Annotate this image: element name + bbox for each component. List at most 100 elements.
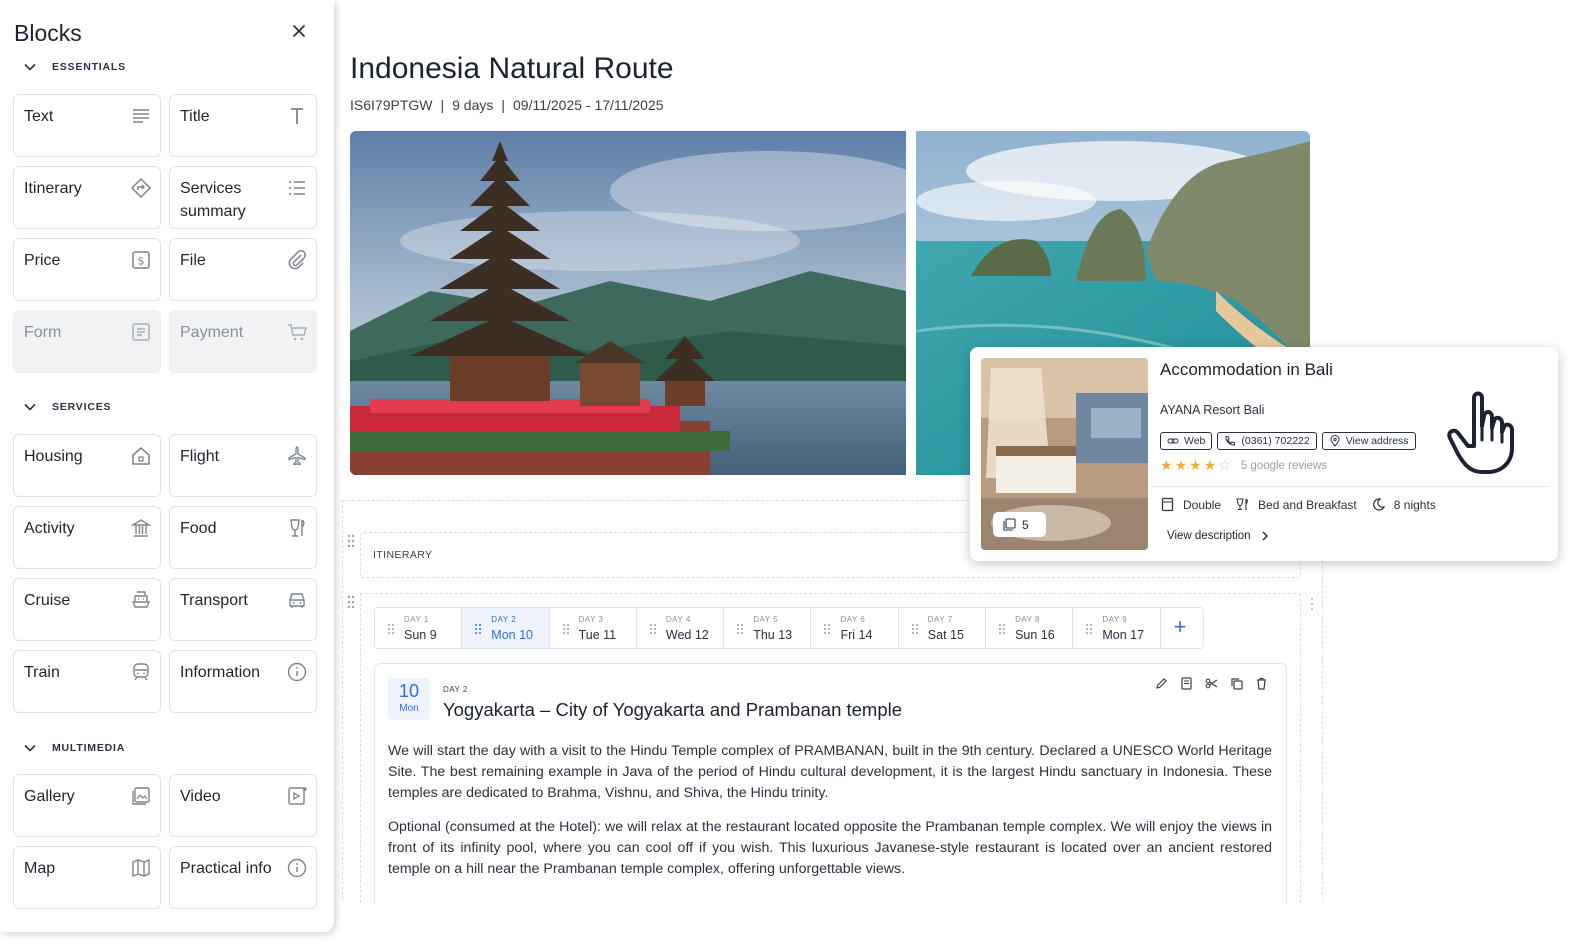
section-label: MULTIMEDIA bbox=[52, 742, 126, 754]
room-type: Double bbox=[1160, 497, 1221, 512]
grip-icon[interactable] bbox=[998, 623, 1006, 635]
meta-separator: | bbox=[440, 97, 445, 113]
block-text[interactable]: Text bbox=[13, 94, 161, 157]
day-date-number: 10 bbox=[398, 681, 420, 701]
itinerary-label: ITINERARY bbox=[373, 549, 433, 561]
block-food[interactable]: Food bbox=[169, 506, 317, 569]
block-activity[interactable]: Activity bbox=[13, 506, 161, 569]
day-tab-number: DAY 5 bbox=[753, 615, 779, 624]
day-tab[interactable]: DAY 5 Thu 13 bbox=[724, 608, 812, 648]
block-label: File bbox=[180, 252, 206, 269]
block-label: Text bbox=[24, 108, 54, 125]
day-tab-date: Fri 14 bbox=[840, 628, 873, 642]
cover-image-temple[interactable] bbox=[350, 131, 906, 475]
panel-title: Blocks bbox=[14, 20, 82, 46]
grip-icon[interactable] bbox=[562, 623, 570, 635]
more-vertical-icon[interactable] bbox=[1309, 597, 1315, 611]
hotel-name: AYANA Resort Bali bbox=[1160, 403, 1265, 417]
day-tab[interactable]: DAY 7 Sat 15 bbox=[899, 608, 987, 648]
block-price[interactable]: Price $ bbox=[13, 238, 161, 301]
web-link[interactable]: Web bbox=[1160, 432, 1213, 450]
add-day-button[interactable]: + bbox=[1161, 608, 1203, 648]
day-tab-date: Sun 9 bbox=[404, 628, 437, 642]
block-label: Price bbox=[24, 252, 61, 269]
gallery-icon bbox=[132, 787, 150, 805]
block-label: Transport bbox=[180, 592, 248, 609]
day-tab-active[interactable]: DAY 2 Mon 10 bbox=[462, 608, 550, 648]
trash-icon[interactable] bbox=[1254, 676, 1269, 691]
price-dollar-icon: $ bbox=[132, 251, 150, 269]
grip-icon[interactable] bbox=[911, 623, 919, 635]
block-services-summary[interactable]: Services summary bbox=[169, 166, 317, 229]
day-tab[interactable]: DAY 9 Mon 17 bbox=[1073, 608, 1161, 648]
train-icon bbox=[133, 663, 149, 681]
day-tab[interactable]: DAY 4 Wed 12 bbox=[637, 608, 725, 648]
block-itinerary[interactable]: Itinerary bbox=[13, 166, 161, 229]
section-essentials[interactable]: ESSENTIALS bbox=[22, 59, 126, 75]
day-label: DAY 2 bbox=[443, 685, 468, 694]
view-description-link[interactable]: View description bbox=[1167, 530, 1269, 542]
day-toolbar bbox=[1154, 676, 1269, 691]
trip-duration: 9 days bbox=[452, 97, 494, 113]
room-type-label: Double bbox=[1183, 497, 1222, 512]
section-label: SERVICES bbox=[52, 401, 112, 413]
text-lines-icon bbox=[133, 109, 149, 123]
drag-handle-icon[interactable] bbox=[346, 595, 356, 609]
grip-icon[interactable] bbox=[1085, 623, 1093, 635]
block-flight[interactable]: Flight bbox=[169, 434, 317, 497]
address-link[interactable]: View address bbox=[1321, 432, 1416, 450]
grip-icon[interactable] bbox=[649, 623, 657, 635]
phone-link[interactable]: (0361) 702222 bbox=[1217, 432, 1317, 450]
block-train[interactable]: Train bbox=[13, 650, 161, 713]
day-tab[interactable]: DAY 6 Fri 14 bbox=[811, 608, 899, 648]
block-form[interactable]: Form bbox=[13, 310, 161, 373]
svg-text:$: $ bbox=[138, 255, 145, 268]
scissors-icon[interactable] bbox=[1204, 676, 1219, 691]
block-map[interactable]: Map bbox=[13, 846, 161, 909]
chevron-right-icon bbox=[1262, 531, 1268, 541]
phone-icon bbox=[1225, 436, 1236, 446]
chevron-down-icon bbox=[24, 63, 36, 71]
block-file[interactable]: File bbox=[169, 238, 317, 301]
section-services[interactable]: SERVICES bbox=[22, 399, 111, 415]
house-icon bbox=[132, 447, 150, 465]
chevron-down-icon bbox=[24, 744, 36, 752]
list-icon bbox=[289, 181, 305, 195]
info-icon bbox=[287, 858, 307, 878]
grip-icon[interactable] bbox=[823, 623, 831, 635]
block-information[interactable]: Information bbox=[169, 650, 317, 713]
day-tab[interactable]: DAY 8 Sun 16 bbox=[986, 608, 1074, 648]
accommodation-title: Accommodation in Bali bbox=[1160, 360, 1333, 379]
web-link-label: Web bbox=[1184, 435, 1206, 447]
grip-icon[interactable] bbox=[387, 623, 395, 635]
block-title[interactable]: Title bbox=[169, 94, 317, 157]
day-tab-number: DAY 6 bbox=[840, 615, 866, 624]
day-tab-number: DAY 1 bbox=[404, 615, 429, 624]
grip-icon[interactable] bbox=[474, 623, 482, 635]
day-tab[interactable]: DAY 1 Sun 9 bbox=[375, 608, 463, 648]
close-icon[interactable] bbox=[290, 22, 308, 40]
block-label: Services summary bbox=[180, 180, 246, 220]
block-housing[interactable]: Housing bbox=[13, 434, 161, 497]
save-book-icon[interactable] bbox=[1179, 676, 1194, 691]
block-video[interactable]: Video bbox=[169, 774, 317, 837]
day-tab[interactable]: DAY 3 Tue 11 bbox=[550, 608, 637, 648]
section-multimedia[interactable]: MULTIMEDIA bbox=[22, 740, 125, 756]
block-label: Itinerary bbox=[24, 180, 82, 197]
block-label: Activity bbox=[24, 520, 75, 537]
day-tab-number: DAY 3 bbox=[578, 615, 604, 624]
block-transport[interactable]: Transport bbox=[169, 578, 317, 641]
block-payment[interactable]: Payment bbox=[169, 310, 317, 373]
grip-icon[interactable] bbox=[736, 623, 744, 635]
photo-count-button[interactable]: 5 bbox=[993, 512, 1046, 537]
edit-pencil-icon[interactable] bbox=[1154, 676, 1169, 691]
drag-handle-icon[interactable] bbox=[346, 534, 356, 548]
day-tab-date: Sun 16 bbox=[1015, 628, 1055, 642]
block-practical-info[interactable]: Practical info bbox=[169, 846, 317, 909]
block-cruise[interactable]: Cruise bbox=[13, 578, 161, 641]
location-pin-icon bbox=[1330, 435, 1340, 447]
copy-icon[interactable] bbox=[1229, 676, 1244, 691]
google-reviews[interactable]: 5 google reviews bbox=[1241, 460, 1327, 472]
block-label: Title bbox=[180, 108, 210, 125]
block-gallery[interactable]: Gallery bbox=[13, 774, 161, 837]
